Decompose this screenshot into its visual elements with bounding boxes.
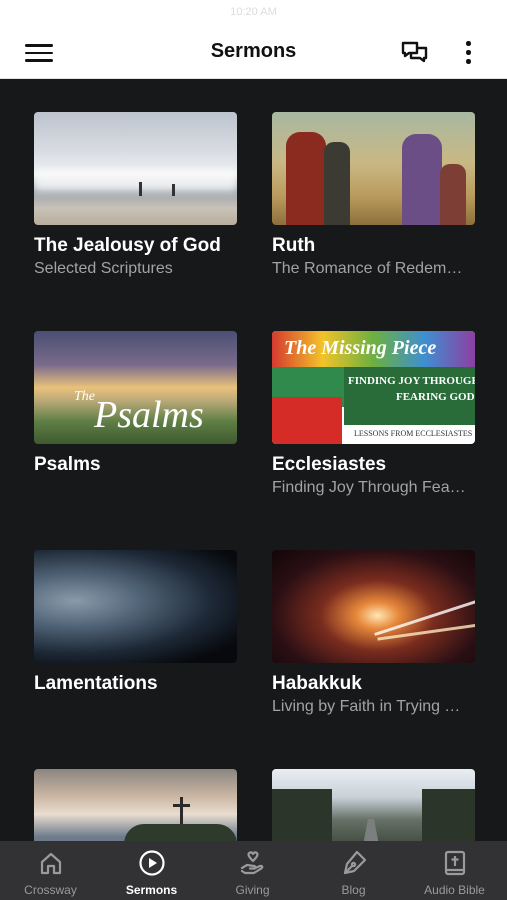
sermon-subtitle: Selected Scriptures	[34, 260, 173, 277]
giving-hand-icon	[240, 851, 264, 875]
sermon-subtitle: Finding Joy Through Fearing God	[272, 479, 467, 496]
thumb-text-line2: FINDING JOY THROUGH	[348, 375, 475, 387]
sermon-title: Psalms	[34, 454, 101, 475]
bottom-tab-bar: Crossway Sermons Giving Blog Audio Bible	[0, 841, 507, 900]
sermon-title: Ecclesiastes	[272, 454, 387, 475]
sermon-thumbnail-forest-road	[272, 769, 475, 841]
status-time: 10:20 AM	[230, 6, 277, 18]
sermon-thumbnail-painting	[272, 112, 475, 225]
play-circle-icon	[139, 850, 165, 876]
sermon-subtitle: The Romance of Redemption	[272, 260, 467, 277]
sermon-title: Ruth	[272, 235, 316, 256]
sermon-thumbnail-beach	[34, 112, 237, 225]
sermon-subtitle: Living by Faith in Trying Times	[272, 698, 467, 715]
tab-audio-bible[interactable]: Audio Bible	[404, 841, 505, 900]
thumb-text-line4: LESSONS FROM ECCLESIASTES	[354, 429, 473, 438]
sermon-card[interactable]: The Missing Piece FINDING JOY THROUGH FE…	[272, 331, 475, 497]
bible-icon	[444, 850, 466, 876]
sermon-thumbnail-psalms: The Psalms	[34, 331, 237, 444]
sermon-card[interactable]	[34, 769, 237, 841]
sermon-thumbnail-road-lights	[272, 550, 475, 663]
more-options-icon[interactable]	[460, 40, 476, 66]
sermon-card[interactable]: Lamentations	[34, 550, 237, 695]
sermon-title: Lamentations	[34, 673, 158, 694]
sermon-card[interactable]: The Jealousy of God Selected Scriptures	[34, 112, 237, 278]
tab-label: Audio Bible	[424, 883, 485, 897]
sermon-thumbnail-cross	[34, 769, 237, 841]
app-bar: Sermons	[0, 28, 507, 79]
sermon-card[interactable]	[272, 769, 475, 841]
sermon-thumbnail-puzzle: The Missing Piece FINDING JOY THROUGH FE…	[272, 331, 475, 444]
tab-crossway[interactable]: Crossway	[0, 841, 101, 900]
thumb-text-line1: The Missing Piece	[284, 337, 437, 359]
sermon-title: The Jealousy of God	[34, 235, 221, 256]
pen-icon	[343, 850, 367, 875]
sermon-card[interactable]: The Psalms Psalms	[34, 331, 237, 476]
home-icon	[40, 852, 62, 875]
chat-icon[interactable]	[400, 40, 430, 71]
tab-giving[interactable]: Giving	[202, 841, 303, 900]
tab-sermons[interactable]: Sermons	[101, 841, 202, 900]
sermon-card[interactable]: Ruth The Romance of Redemption	[272, 112, 475, 278]
sermon-title: Habakkuk	[272, 673, 362, 694]
thumb-text-small: The	[74, 389, 95, 404]
tab-blog[interactable]: Blog	[303, 841, 404, 900]
tab-label: Sermons	[125, 883, 178, 897]
sermon-card[interactable]: Habakkuk Living by Faith in Trying Times	[272, 550, 475, 716]
tab-label: Crossway	[24, 883, 77, 897]
sermon-thumbnail-storm	[34, 550, 237, 663]
tab-label: Giving	[235, 883, 270, 897]
tab-label: Blog	[341, 883, 366, 897]
page-title: Sermons	[210, 40, 297, 62]
status-bar: 10:20 AM	[0, 0, 507, 28]
sermon-grid: The Jealousy of God Selected Scriptures …	[0, 79, 507, 841]
thumb-text-big: Psalms	[94, 394, 204, 436]
thumb-text-line3: FEARING GOD	[396, 391, 475, 403]
